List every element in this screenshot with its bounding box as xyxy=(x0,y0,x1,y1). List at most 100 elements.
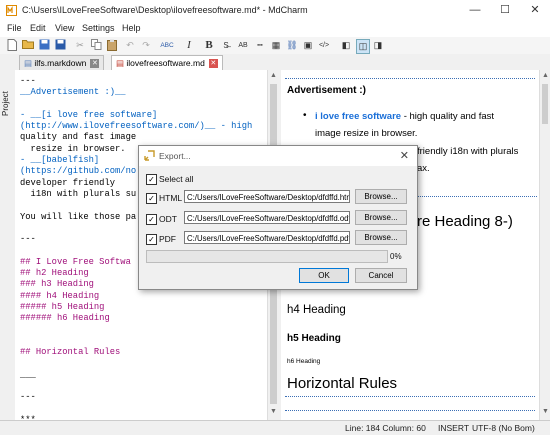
dialog-close-icon[interactable]: ✕ xyxy=(400,149,409,162)
preview-h6: h6 Heading xyxy=(287,358,321,365)
menu-edit[interactable]: Edit xyxy=(30,23,46,33)
dialog-title-bar: Export... ✕ xyxy=(139,146,417,166)
preview-h2-horizontal-rules: Horizontal Rules xyxy=(287,375,398,392)
tab-ilfs-markdown[interactable]: ▤ ilfs.markdown ✕ xyxy=(19,55,105,70)
heading-icon[interactable]: AB xyxy=(236,39,250,52)
image-icon[interactable]: ▣ xyxy=(302,39,314,52)
save-all-icon[interactable] xyxy=(54,39,66,52)
pdf-checkbox[interactable]: ✓ xyxy=(146,234,157,245)
split-view-icon[interactable]: ◫ xyxy=(356,39,370,54)
spellcheck-icon[interactable]: ABC xyxy=(160,39,174,52)
pdf-label: PDF xyxy=(159,234,176,244)
editor-line: --- xyxy=(20,76,36,86)
copy-icon[interactable] xyxy=(90,39,102,52)
scroll-down-icon[interactable]: ▼ xyxy=(270,408,277,415)
edit-mode: INSERT xyxy=(438,423,470,433)
odt-checkbox[interactable]: ✓ xyxy=(146,214,157,225)
editor-line: --- xyxy=(20,392,36,403)
editor-line: __Advertisement :)__ xyxy=(20,87,126,98)
progress-percent: 0% xyxy=(390,252,402,261)
maximize-button[interactable]: ☐ xyxy=(490,0,520,21)
html-checkbox[interactable]: ✓ xyxy=(146,193,157,204)
html-label: HTML xyxy=(159,193,183,203)
preview-list-item: i love free software - high quality and … xyxy=(315,111,495,122)
ok-button[interactable]: OK xyxy=(299,268,349,283)
cut-icon[interactable]: ✂ xyxy=(74,39,86,52)
markdown-file-icon: ▤ xyxy=(116,58,125,68)
editor-line: #### h4 Heading xyxy=(20,290,100,301)
tab-ilovefreesoftware-md[interactable]: ▤ ilovefreesoftware.md ✕ xyxy=(111,55,223,70)
horizontal-rule xyxy=(285,410,535,411)
cancel-button[interactable]: Cancel xyxy=(355,268,407,283)
preview-only-view-icon[interactable]: ◨ xyxy=(372,39,384,52)
menu-file[interactable]: File xyxy=(7,23,22,33)
horizontal-rule-icon[interactable]: ┅ xyxy=(254,39,266,52)
scroll-up-icon[interactable]: ▲ xyxy=(270,72,277,79)
scrollbar-thumb[interactable] xyxy=(542,84,548,124)
strikethrough-icon[interactable]: S̶ xyxy=(220,39,232,52)
editor-line: quality and fast image xyxy=(20,132,137,143)
app-icon xyxy=(6,5,17,16)
link-icon[interactable]: ⛓ xyxy=(286,39,298,52)
minimize-button[interactable]: — xyxy=(460,0,490,21)
dialog-title: Export... xyxy=(159,151,191,161)
scroll-up-icon[interactable]: ▲ xyxy=(542,72,549,79)
odt-label: ODT xyxy=(159,214,177,224)
encoding: UTF-8 (No Bom) xyxy=(472,423,535,433)
preview-link[interactable]: i love free software xyxy=(315,111,401,122)
close-tab-icon[interactable]: ✕ xyxy=(208,59,218,69)
preview-list-text: friendly i18n with plurals xyxy=(417,146,519,157)
preview-list-text: image resize in browser. xyxy=(315,128,418,139)
pdf-browse-button[interactable]: Browse... xyxy=(355,230,407,245)
html-browse-button[interactable]: Browse... xyxy=(355,189,407,204)
export-dialog: Export... ✕ ✓ Select all ✓ HTML C:/Users… xyxy=(138,145,418,290)
undo-icon[interactable]: ↶ xyxy=(124,39,136,52)
preview-h5: h5 Heading xyxy=(287,333,341,344)
menu-bar: File Edit View Settings Help xyxy=(0,21,550,37)
preview-heading-advertisement: Advertisement :) xyxy=(287,85,366,96)
select-all-checkbox[interactable]: ✓ xyxy=(146,174,157,185)
redo-icon[interactable]: ↷ xyxy=(140,39,152,52)
preview-h4: h4 Heading xyxy=(287,304,346,316)
scroll-down-icon[interactable]: ▼ xyxy=(542,408,549,415)
editor-line: ##### h5 Heading xyxy=(20,301,105,312)
editor-only-view-icon[interactable]: ◧ xyxy=(340,39,352,52)
toolbar: ✂ ↶ ↷ ABC I B S̶ AB ┅ ▦ ⛓ ▣ </> ◧ ◫ ◨ xyxy=(0,37,550,55)
export-progress-bar xyxy=(146,250,388,263)
editor-line: (http://www.ilovefreesoftware.com/)__ - … xyxy=(20,121,253,132)
code-icon[interactable]: </> xyxy=(318,39,330,52)
preview-scrollbar[interactable]: ▲ ▼ xyxy=(539,70,550,420)
italic-icon[interactable]: I xyxy=(184,39,194,52)
select-all-label: Select all xyxy=(159,174,194,184)
pdf-path-input[interactable]: C:/Users/ILoveFreeSoftware/Desktop/dfdff… xyxy=(184,231,350,244)
open-folder-icon[interactable] xyxy=(22,39,34,52)
html-path-input[interactable]: C:/Users/ILoveFreeSoftware/Desktop/dfdff… xyxy=(184,190,350,203)
horizontal-rule xyxy=(285,78,535,79)
project-tab-label[interactable]: Project xyxy=(1,91,10,116)
menu-view[interactable]: View xyxy=(55,23,74,33)
preview-list-text: ax. xyxy=(417,163,430,174)
odt-browse-button[interactable]: Browse... xyxy=(355,210,407,225)
paste-icon[interactable] xyxy=(106,39,118,52)
table-icon[interactable]: ▦ xyxy=(270,39,282,52)
menu-settings[interactable]: Settings xyxy=(82,23,115,33)
close-tab-icon[interactable]: ✕ xyxy=(90,59,100,69)
bold-icon[interactable]: B xyxy=(204,39,214,52)
new-file-icon[interactable] xyxy=(6,39,18,52)
title-bar: C:\Users\ILoveFreeSoftware\Desktop\ilove… xyxy=(0,0,550,21)
editor-line: ## Horizontal Rules xyxy=(20,347,121,358)
save-icon[interactable] xyxy=(38,39,50,52)
menu-help[interactable]: Help xyxy=(122,23,141,33)
editor-line: ###### h6 Heading xyxy=(20,313,110,324)
tab-label: ilfs.markdown xyxy=(34,58,87,68)
tab-label: ilovefreesoftware.md xyxy=(126,58,205,68)
odt-path-input[interactable]: C:/Users/ILoveFreeSoftware/Desktop/dfdff… xyxy=(184,211,350,224)
close-window-button[interactable]: ✕ xyxy=(520,0,550,21)
editor-line: - __[i love free software] xyxy=(20,109,158,120)
project-side-panel[interactable]: Project xyxy=(0,54,16,420)
